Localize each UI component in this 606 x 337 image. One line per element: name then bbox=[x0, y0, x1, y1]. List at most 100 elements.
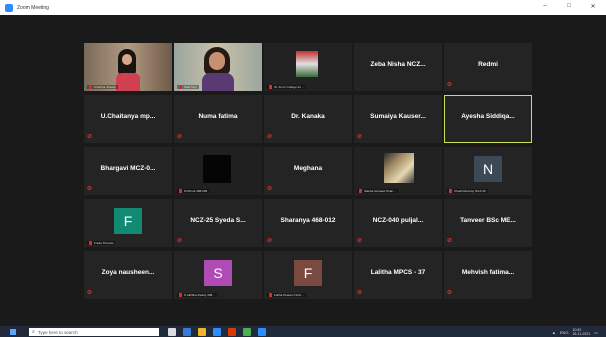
participant-tile[interactable]: Tanveer BSc ME... ⊘ bbox=[444, 199, 532, 247]
participant-caption: Chedli Revinay NCZ-30 bbox=[447, 189, 488, 193]
mic-muted-icon: ⊘ bbox=[267, 186, 273, 192]
participant-name: Sumaiya Kauser... bbox=[370, 113, 426, 120]
mic-muted-icon: ⊘ bbox=[87, 290, 93, 296]
maximize-button[interactable]: □ bbox=[562, 3, 576, 10]
mic-muted-icon bbox=[179, 293, 182, 297]
windows-start-icon[interactable] bbox=[10, 329, 16, 335]
participant-name: Meghana bbox=[293, 165, 323, 172]
mic-muted-icon: ⊘ bbox=[177, 134, 183, 140]
participant-tile[interactable]: Zoya nausheen... ⊘ bbox=[84, 251, 172, 299]
participant-tile[interactable]: F Freda Thomas bbox=[84, 199, 172, 247]
participant-caption: M Dhruti 468-009 bbox=[177, 189, 210, 193]
avatar: F bbox=[294, 260, 322, 286]
participant-tile[interactable]: Mehvish fatima... ⊘ bbox=[444, 251, 532, 299]
task-view-icon[interactable] bbox=[168, 328, 176, 336]
participant-caption: Charitha Jhawar bbox=[87, 85, 118, 89]
participant-name: Numa fatima bbox=[198, 113, 238, 120]
participant-caption-label: St. Ann's College for ... bbox=[274, 85, 305, 89]
notification-icon[interactable]: ▭ bbox=[594, 330, 598, 335]
mic-muted-icon bbox=[179, 189, 182, 193]
mic-muted-icon: ⊘ bbox=[357, 290, 363, 296]
participant-tile[interactable]: N Chedli Revinay NCZ-30 bbox=[444, 147, 532, 195]
avatar: F bbox=[114, 208, 142, 234]
participant-tile[interactable]: Redmi ⊘ bbox=[444, 43, 532, 91]
mic-muted-icon: ⊘ bbox=[87, 134, 93, 140]
window-title: Zoom Meeting bbox=[17, 4, 49, 11]
participant-tile[interactable]: F Fatiha Kharam NCZ-... bbox=[264, 251, 352, 299]
participant-tile[interactable]: Bhargavi MCZ-0... ⊘ bbox=[84, 147, 172, 195]
participant-caption: Freda Thomas bbox=[87, 241, 116, 245]
participant-tile[interactable]: St. Ann's College for ... bbox=[264, 43, 352, 91]
participant-caption-label: S.Akhitha Reddy 468... bbox=[184, 293, 215, 297]
participant-name: Zeba Nisha NCZ... bbox=[370, 61, 426, 68]
mic-muted-icon: ⊘ bbox=[447, 238, 453, 244]
mic-muted-icon bbox=[89, 241, 92, 245]
participant-tile[interactable]: Numa fatima ⊘ bbox=[174, 95, 262, 143]
participant-tile[interactable]: NCZ-25 Syeda S... ⊘ bbox=[174, 199, 262, 247]
mic-muted-icon: ⊘ bbox=[267, 134, 273, 140]
participant-tile[interactable]: Lalitha MPCS - 37 ⊘ bbox=[354, 251, 442, 299]
participant-caption: Saleha Gulnaaz Khan... bbox=[357, 189, 398, 193]
participant-name: NCZ-25 Syeda S... bbox=[190, 217, 246, 224]
participant-tile[interactable]: Sharanya 468-012 ⊘ bbox=[264, 199, 352, 247]
participant-tile[interactable]: M Dhruti 468-009 bbox=[174, 147, 262, 195]
participant-tile[interactable]: Charitha Jhawar bbox=[84, 43, 172, 91]
zoom-app-icon bbox=[5, 3, 13, 12]
participant-name: U.Chaitanya mp... bbox=[100, 113, 156, 120]
participant-name: Zoya nausheen... bbox=[101, 269, 155, 276]
file-explorer-icon[interactable] bbox=[198, 328, 206, 336]
participant-name: Redmi bbox=[478, 61, 498, 68]
mic-muted-icon bbox=[449, 189, 452, 193]
participant-tile[interactable]: U.Chaitanya mp... ⊘ bbox=[84, 95, 172, 143]
participant-caption-label: Chedli Revinay NCZ-30 bbox=[454, 189, 486, 193]
gallery-grid: Charitha Jhawar Sital Yam St. Ann's Colleg… bbox=[84, 43, 532, 299]
avatar: S bbox=[204, 260, 232, 286]
participant-caption-label: Saleha Gulnaaz Khan... bbox=[364, 189, 396, 193]
windows-taskbar: ⌕ Type here to search ▲ ENG 10:52 26-11-… bbox=[0, 326, 606, 337]
mic-muted-icon: ⊘ bbox=[267, 238, 273, 244]
minimize-button[interactable]: – bbox=[538, 3, 552, 10]
taskbar-search[interactable]: ⌕ Type here to search bbox=[29, 328, 159, 336]
avatar: N bbox=[474, 156, 502, 182]
participant-tile[interactable]: Dr. Kanaka ⊘ bbox=[264, 95, 352, 143]
participant-tile[interactable]: Sumaiya Kauser... ⊘ bbox=[354, 95, 442, 143]
mic-muted-icon: ⊘ bbox=[447, 82, 453, 88]
participant-caption: Sital Yam bbox=[177, 85, 199, 89]
store-icon[interactable] bbox=[213, 328, 221, 336]
close-button[interactable]: ✕ bbox=[586, 3, 600, 10]
network-icon[interactable]: ▲ bbox=[552, 330, 556, 335]
mic-muted-icon bbox=[269, 85, 272, 89]
mic-muted-icon: ⊘ bbox=[447, 290, 453, 296]
mic-muted-icon bbox=[269, 293, 272, 297]
edge-icon[interactable] bbox=[183, 328, 191, 336]
participant-caption-label: M Dhruti 468-009 bbox=[184, 189, 208, 193]
office-icon[interactable] bbox=[228, 328, 236, 336]
language-indicator[interactable]: ENG bbox=[560, 330, 569, 335]
participant-name: Mehvish fatima... bbox=[461, 269, 515, 276]
search-placeholder: Type here to search bbox=[37, 329, 78, 335]
meeting-stage: Charitha Jhawar Sital Yam St. Ann's Colleg… bbox=[0, 15, 606, 326]
participant-caption-label: Charitha Jhawar bbox=[94, 85, 116, 89]
mic-muted-icon: ⊘ bbox=[357, 238, 363, 244]
clock[interactable]: 10:52 26-11-2021 bbox=[573, 328, 591, 336]
participant-tile[interactable]: Zeba Nisha NCZ... bbox=[354, 43, 442, 91]
chrome-icon[interactable] bbox=[243, 328, 251, 336]
participant-name: Ayesha Siddiqa... bbox=[461, 113, 515, 120]
participant-caption: Fatiha Kharam NCZ-... bbox=[267, 293, 307, 297]
participant-caption: St. Ann's College for ... bbox=[267, 85, 307, 89]
participant-name: Sharanya 468-012 bbox=[280, 217, 336, 224]
participant-caption-label: Fatiha Kharam NCZ-... bbox=[274, 293, 305, 297]
participant-tile[interactable]: Saleha Gulnaaz Khan... bbox=[354, 147, 442, 195]
participant-tile[interactable]: Sital Yam bbox=[174, 43, 262, 91]
participant-name: Tanveer BSc ME... bbox=[460, 217, 516, 224]
participant-tile[interactable]: Ayesha Siddiqa... bbox=[444, 95, 532, 143]
participant-tile[interactable]: Meghana ⊘ bbox=[264, 147, 352, 195]
mic-muted-icon: ⊘ bbox=[357, 134, 363, 140]
zoom-taskbar-icon[interactable] bbox=[258, 328, 266, 336]
mic-muted-icon bbox=[359, 189, 362, 193]
participant-caption-label: Sital Yam bbox=[184, 85, 197, 89]
participant-caption: S.Akhitha Reddy 468... bbox=[177, 293, 217, 297]
participant-tile[interactable]: NCZ-040 puljal... ⊘ bbox=[354, 199, 442, 247]
mic-muted-icon bbox=[179, 85, 182, 89]
participant-tile[interactable]: S S.Akhitha Reddy 468... bbox=[174, 251, 262, 299]
